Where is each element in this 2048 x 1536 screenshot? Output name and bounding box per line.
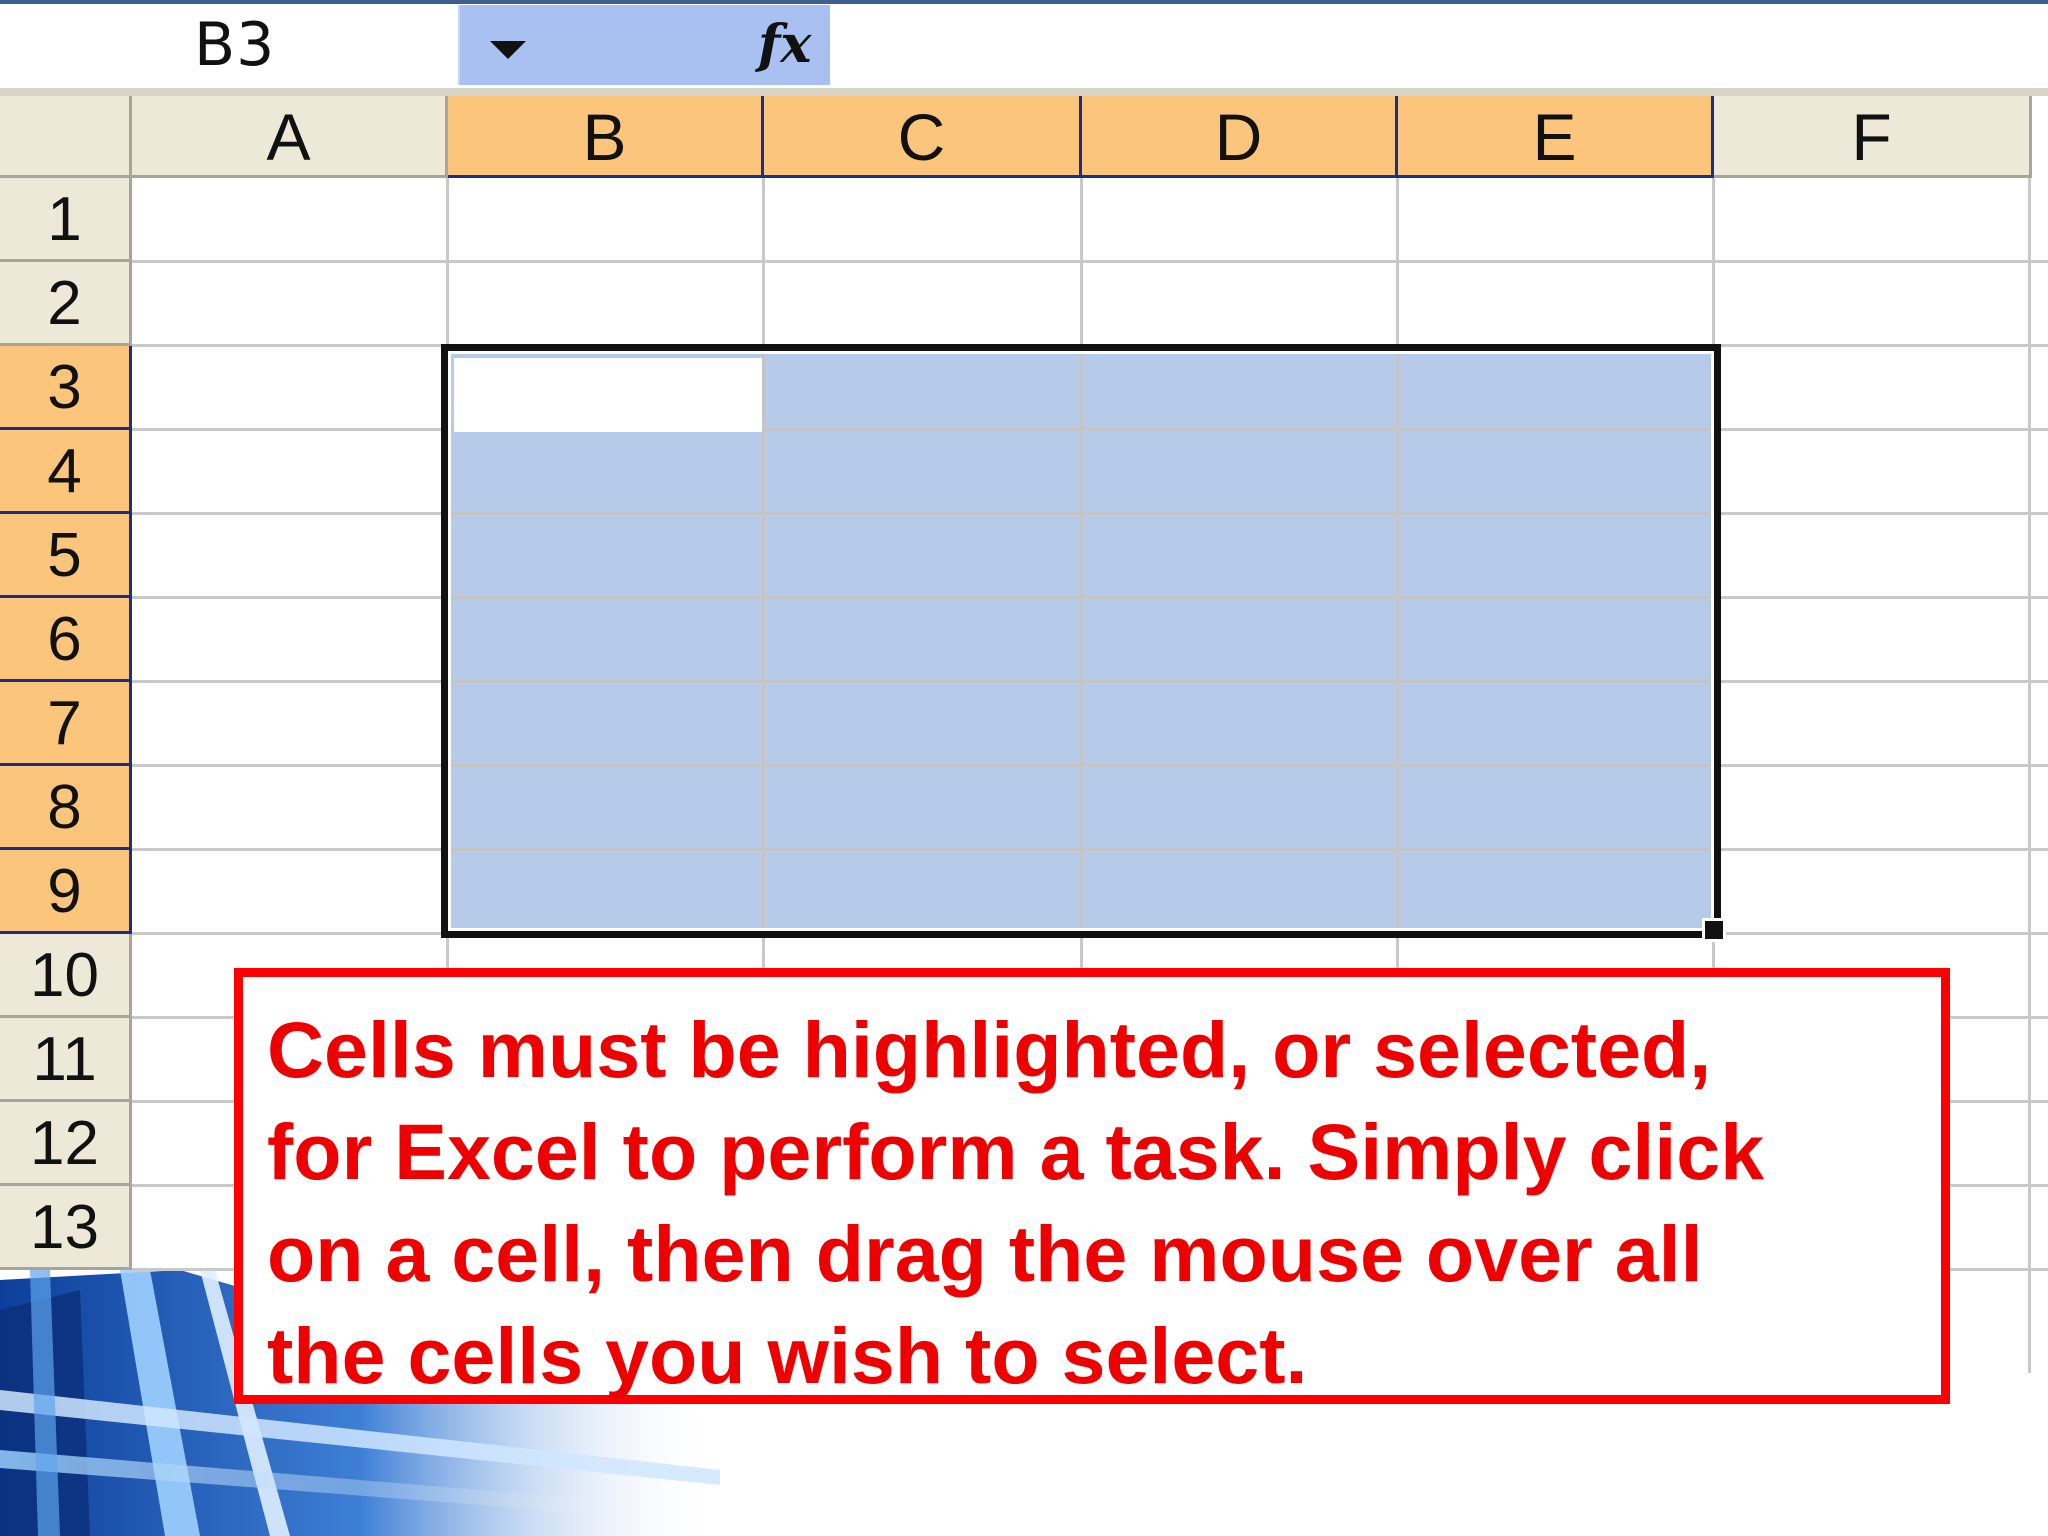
row-header-2[interactable]: 2: [0, 262, 132, 346]
row-header-13[interactable]: 13: [0, 1186, 132, 1270]
callout-text: Cells must be highlighted, or selected, …: [267, 1005, 1765, 1400]
column-header-c[interactable]: C: [764, 96, 1082, 178]
selected-range-fill[interactable]: [447, 351, 1711, 931]
gridline: [447, 764, 1711, 767]
gridline: [762, 351, 765, 931]
row-header-6[interactable]: 6: [0, 598, 132, 682]
name-box-value: B3: [194, 10, 276, 80]
gridline: [132, 260, 2048, 263]
row-header-3[interactable]: 3: [0, 346, 132, 430]
row-header-11[interactable]: 11: [0, 1018, 132, 1102]
gridline: [447, 848, 1711, 851]
chevron-down-icon: [490, 41, 526, 59]
row-header-1[interactable]: 1: [0, 178, 132, 262]
select-all-corner[interactable]: [0, 96, 132, 178]
column-header-a[interactable]: A: [132, 96, 448, 178]
column-header-f[interactable]: F: [1714, 96, 2032, 178]
instruction-callout: Cells must be highlighted, or selected, …: [234, 968, 1950, 1404]
gridline: [1396, 351, 1399, 931]
gridline: [1080, 351, 1083, 931]
row-header-10[interactable]: 10: [0, 934, 132, 1018]
gridline: [447, 512, 1711, 515]
gridline: [132, 932, 2048, 935]
name-box-dropdown-button[interactable]: [460, 5, 564, 85]
formula-bar-divider: [0, 88, 2048, 96]
active-cell-b3[interactable]: [454, 358, 762, 432]
row-header-9[interactable]: 9: [0, 850, 132, 934]
formula-input[interactable]: [830, 5, 2048, 85]
row-header-12[interactable]: 12: [0, 1102, 132, 1186]
row-header-7[interactable]: 7: [0, 682, 132, 766]
slide: B3 fx A B C D E F 1 2 3 4 5 6 7 8 9 10 1…: [0, 0, 2048, 1536]
function-fx-icon: fx: [758, 14, 812, 75]
formula-bar: B3 fx: [0, 0, 2048, 96]
formula-bar-top-border: [0, 0, 2048, 4]
fill-handle[interactable]: [1702, 918, 1726, 942]
column-header-b[interactable]: B: [448, 96, 764, 178]
column-header-e[interactable]: E: [1398, 96, 1714, 178]
insert-function-button[interactable]: fx: [564, 5, 830, 85]
row-header-5[interactable]: 5: [0, 514, 132, 598]
gridline: [132, 344, 2048, 347]
column-header-d[interactable]: D: [1082, 96, 1398, 178]
gridline: [447, 596, 1711, 599]
row-header-4[interactable]: 4: [0, 430, 132, 514]
name-box[interactable]: B3: [4, 5, 460, 85]
gridline: [447, 680, 1711, 683]
row-header-8[interactable]: 8: [0, 766, 132, 850]
gridline: [2028, 178, 2031, 1373]
